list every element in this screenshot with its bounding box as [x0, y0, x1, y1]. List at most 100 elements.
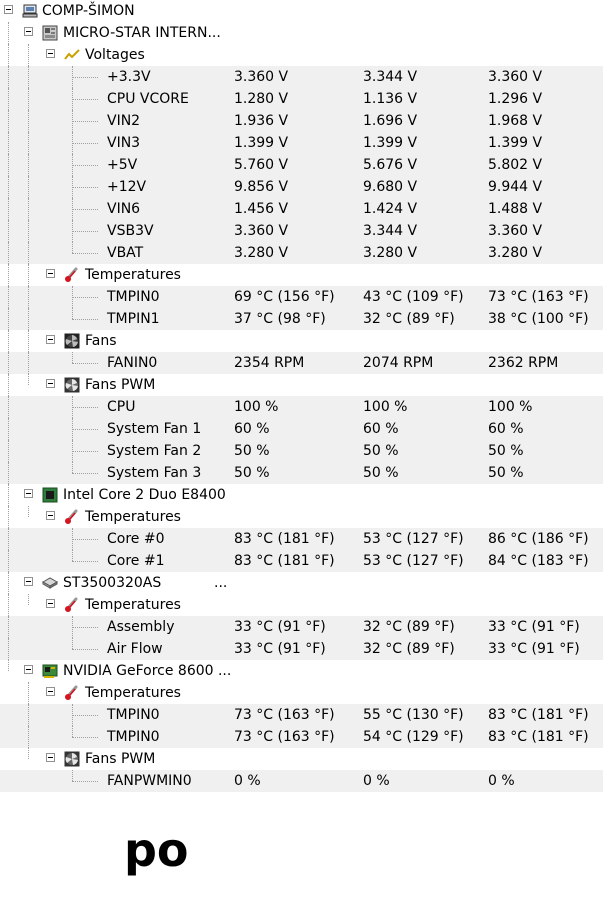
sensor-row-tmpin0[interactable]: TMPIN0 73 °C (163 °F) 54 °C (129 °F) 83 °C …: [0, 726, 603, 748]
hardware-node-nvidia-geforce-8600[interactable]: NVIDIA GeForce 8600 ...: [0, 660, 603, 682]
sensor-name: System Fan 1: [107, 421, 202, 437]
sensor-row-3-3v[interactable]: +3.3V 3.360 V 3.344 V 3.360 V: [0, 66, 603, 88]
sensor-value: 50 %: [234, 465, 270, 481]
sensor-row-assembly[interactable]: Assembly 33 °C (91 °F) 32 °C (89 °F) 33 °C …: [0, 616, 603, 638]
sensor-tree: COMP-ŠIMON MICRO-STAR INTERN... Voltages +3…: [0, 0, 603, 792]
collapse-toggle-icon[interactable]: [24, 577, 33, 586]
tree-guide-line: [28, 110, 29, 132]
tree-root-comp-imon[interactable]: COMP-ŠIMON: [0, 0, 603, 22]
tree-guide-line: [28, 176, 29, 198]
group-node-temperatures[interactable]: Temperatures: [0, 506, 603, 528]
tree-guide-branch: [72, 253, 98, 254]
sensor-row-vsb3v[interactable]: VSB3V 3.360 V 3.344 V 3.360 V: [0, 220, 603, 242]
tree-guide-line: [8, 110, 9, 132]
sensor-row-cpu-vcore[interactable]: CPU VCORE 1.280 V 1.136 V 1.296 V: [0, 88, 603, 110]
tree-guide-line: [28, 726, 29, 748]
group-node-fans[interactable]: Fans: [0, 330, 603, 352]
hardware-node-st3500320as[interactable]: ST3500320AS...: [0, 572, 603, 594]
sensor-name: +3.3V: [107, 69, 151, 85]
tree-guide-branch: [72, 715, 98, 716]
sensor-min: 53 °C (127 °F): [363, 553, 464, 569]
sensor-min: 54 °C (129 °F): [363, 729, 464, 745]
group-node-fans-pwm[interactable]: Fans PWM: [0, 374, 603, 396]
tree-guide-branch: [72, 231, 98, 232]
sensor-row-air-flow[interactable]: Air Flow 33 °C (91 °F) 32 °C (89 °F) 33 °C …: [0, 638, 603, 660]
sensor-max: 73 °C (163 °F): [488, 289, 589, 305]
tree-guide-line: [28, 374, 29, 385]
sensor-max: 9.944 V: [488, 179, 543, 195]
sensor-row-fanpwmin0[interactable]: FANPWMIN0 0 % 0 % 0 %: [0, 770, 603, 792]
tree-guide-line: [8, 638, 9, 660]
hardware-node-intel-core-2-duo-e8400[interactable]: Intel Core 2 Duo E8400: [0, 484, 603, 506]
hardware-label-overflow: ...: [214, 575, 228, 591]
sensor-row-tmpin0[interactable]: TMPIN0 73 °C (163 °F) 55 °C (130 °F) 83 °C …: [0, 704, 603, 726]
sensor-row-vin2[interactable]: VIN2 1.936 V 1.696 V 1.968 V: [0, 110, 603, 132]
collapse-toggle-icon[interactable]: [24, 27, 33, 36]
group-node-temperatures[interactable]: Temperatures: [0, 682, 603, 704]
sensor-value: 1.280 V: [234, 91, 289, 107]
sensor-value: 83 °C (181 °F): [234, 531, 335, 547]
group-node-temperatures[interactable]: Temperatures: [0, 264, 603, 286]
sensor-name: Air Flow: [107, 641, 163, 657]
collapse-toggle-icon[interactable]: [24, 489, 33, 498]
tree-guide-branch: [72, 143, 98, 144]
sensor-row-fanin0[interactable]: FANIN0 2354 RPM 2074 RPM 2362 RPM: [0, 352, 603, 374]
sensor-row-vin3[interactable]: VIN3 1.399 V 1.399 V 1.399 V: [0, 132, 603, 154]
sensor-name: Core #0: [107, 531, 165, 547]
collapse-toggle-icon[interactable]: [46, 49, 55, 58]
tree-guide-branch: [72, 407, 98, 408]
sensor-name: TMPIN1: [107, 311, 160, 327]
sensor-row-system-fan-3[interactable]: System Fan 3 50 % 50 % 50 %: [0, 462, 603, 484]
tree-guide-line: [72, 308, 73, 319]
sensor-row-system-fan-1[interactable]: System Fan 1 60 % 60 % 60 %: [0, 418, 603, 440]
group-node-temperatures[interactable]: Temperatures: [0, 594, 603, 616]
sensor-row-vin6[interactable]: VIN6 1.456 V 1.424 V 1.488 V: [0, 198, 603, 220]
collapse-toggle-icon[interactable]: [4, 5, 13, 14]
collapse-toggle-icon[interactable]: [46, 599, 55, 608]
tree-guide-line: [8, 308, 9, 330]
sensor-row-system-fan-2[interactable]: System Fan 2 50 % 50 % 50 %: [0, 440, 603, 462]
sensor-name: System Fan 3: [107, 465, 202, 481]
tree-guide-line: [8, 176, 9, 198]
sensor-row-tmpin0[interactable]: TMPIN0 69 °C (156 °F) 43 °C (109 °F) 73 °C …: [0, 286, 603, 308]
tree-guide-line: [8, 440, 9, 462]
sensor-row-core-0[interactable]: Core #0 83 °C (181 °F) 53 °C (127 °F) 86 °C…: [0, 528, 603, 550]
sensor-row-12v[interactable]: +12V 9.856 V 9.680 V 9.944 V: [0, 176, 603, 198]
tree-guide-line: [8, 66, 9, 88]
sensor-min: 43 °C (109 °F): [363, 289, 464, 305]
sensor-min: 2074 RPM: [363, 355, 434, 371]
collapse-toggle-icon[interactable]: [46, 687, 55, 696]
sensor-row-5v[interactable]: +5V 5.760 V 5.676 V 5.802 V: [0, 154, 603, 176]
collapse-toggle-icon[interactable]: [46, 753, 55, 762]
sensor-name: Core #1: [107, 553, 165, 569]
collapse-toggle-icon[interactable]: [46, 269, 55, 278]
tree-guide-line: [28, 220, 29, 242]
sensor-row-cpu[interactable]: CPU 100 % 100 % 100 %: [0, 396, 603, 418]
group-node-fans-pwm[interactable]: Fans PWM: [0, 748, 603, 770]
tree-guide-line: [28, 330, 29, 352]
tree-guide-line: [28, 132, 29, 154]
collapse-toggle-icon[interactable]: [46, 335, 55, 344]
sensor-min: 32 °C (89 °F): [363, 619, 455, 635]
group-node-voltages[interactable]: Voltages: [0, 44, 603, 66]
tree-guide-line: [8, 484, 9, 506]
tree-guide-line: [8, 506, 9, 528]
hardware-node-micro-star-intern[interactable]: MICRO-STAR INTERN...: [0, 22, 603, 44]
tree-guide-line: [28, 682, 29, 704]
tree-guide-line: [8, 374, 9, 396]
collapse-toggle-icon[interactable]: [46, 511, 55, 520]
sensor-row-core-1[interactable]: Core #1 83 °C (181 °F) 53 °C (127 °F) 84 °C…: [0, 550, 603, 572]
collapse-toggle-icon[interactable]: [46, 379, 55, 388]
sensor-name: TMPIN0: [107, 707, 160, 723]
tree-guide-line: [28, 264, 29, 286]
tree-guide-branch: [72, 451, 98, 452]
tree-guide-line: [72, 770, 73, 781]
tree-guide-line: [8, 44, 9, 66]
collapse-toggle-icon[interactable]: [24, 665, 33, 674]
sensor-row-vbat[interactable]: VBAT 3.280 V 3.280 V 3.280 V: [0, 242, 603, 264]
sensor-name: VIN2: [107, 113, 141, 129]
sensor-value: 33 °C (91 °F): [234, 619, 326, 635]
sensor-row-tmpin1[interactable]: TMPIN1 37 °C (98 °F) 32 °C (89 °F) 38 °C (1…: [0, 308, 603, 330]
tree-guide-line: [8, 198, 9, 220]
group-label: Temperatures: [85, 685, 181, 701]
